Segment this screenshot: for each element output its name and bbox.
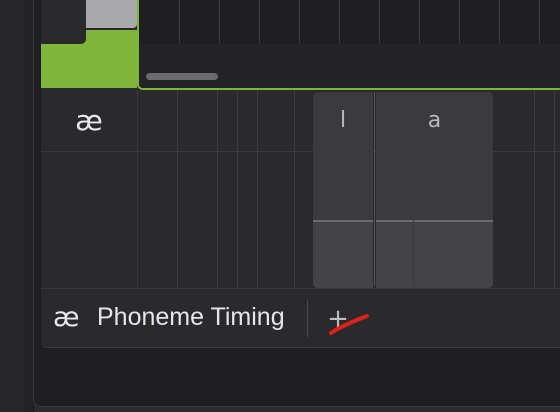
grid-line bbox=[459, 0, 460, 44]
grid-line bbox=[217, 90, 218, 288]
grid-line bbox=[177, 90, 178, 288]
track-header-swatch[interactable] bbox=[86, 0, 137, 28]
grid-line bbox=[237, 90, 238, 288]
grid-line bbox=[539, 0, 540, 44]
grid-line bbox=[499, 0, 500, 44]
phoneme-block-a-lower[interactable] bbox=[376, 220, 493, 288]
grid-line bbox=[554, 90, 555, 288]
grid-line bbox=[257, 90, 258, 288]
timeline-top-area[interactable] bbox=[137, 0, 560, 90]
phoneme-row-symbol: æ bbox=[75, 104, 103, 137]
grid-line bbox=[299, 0, 300, 44]
phoneme-divider bbox=[374, 92, 375, 286]
phoneme-label-l: l bbox=[339, 108, 347, 133]
timeline-band bbox=[139, 44, 560, 88]
grid-line bbox=[413, 150, 414, 286]
grid-line bbox=[219, 0, 220, 44]
tab-separator bbox=[307, 300, 308, 337]
grid-line bbox=[534, 90, 535, 288]
tab-phoneme-symbol[interactable]: æ bbox=[53, 302, 80, 333]
grid-line bbox=[259, 0, 260, 44]
track-header-block bbox=[41, 0, 86, 44]
phoneme-block-l-lower[interactable] bbox=[313, 220, 373, 288]
red-strike-mark-icon bbox=[329, 314, 369, 335]
tab-phoneme-timing[interactable]: Phoneme Timing bbox=[97, 303, 285, 332]
phoneme-timing-panel: æ l a æ Phoneme Timing + bbox=[41, 0, 560, 348]
horizontal-scroll-thumb[interactable] bbox=[146, 73, 218, 80]
grid-line bbox=[294, 90, 295, 288]
label-divider bbox=[137, 90, 138, 288]
grid-line bbox=[419, 0, 420, 44]
grid-line bbox=[379, 0, 380, 44]
grid-line bbox=[339, 0, 340, 44]
grid-line bbox=[179, 0, 180, 44]
phoneme-label-a: a bbox=[427, 108, 442, 133]
